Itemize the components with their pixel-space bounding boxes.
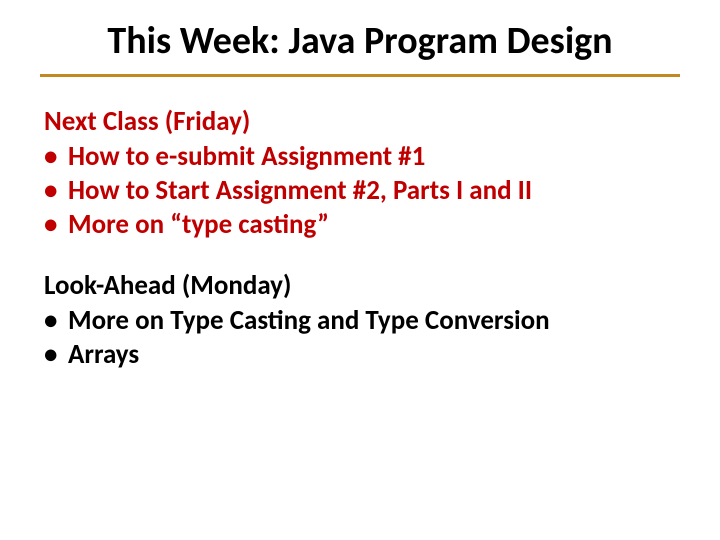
list-item: •More on Type Casting and Type Conversio… [44,304,680,338]
list-item: •How to e-submit Assignment #1 [44,140,680,174]
bullet-icon: • [44,304,68,338]
bullet-text: How to e-submit Assignment #1 [68,140,425,173]
section-heading: Next Class (Friday) [44,105,680,138]
section-next-class: Next Class (Friday) •How to e-submit Ass… [40,105,680,241]
list-item: •How to Start Assignment #2, Parts I and… [44,174,680,208]
bullet-list: •More on Type Casting and Type Conversio… [44,304,680,372]
bullet-text: How to Start Assignment #2, Parts I and … [68,174,532,207]
slide-title: This Week: Java Program Design [40,18,680,77]
bullet-text: More on Type Casting and Type Conversion [68,304,550,337]
list-item: •More on “type casting” [44,208,680,242]
bullet-icon: • [44,174,68,208]
bullet-icon: • [44,338,68,372]
bullet-list: •How to e-submit Assignment #1 •How to S… [44,140,680,241]
bullet-icon: • [44,208,68,242]
list-item: •Arrays [44,338,680,372]
bullet-icon: • [44,140,68,174]
section-heading: Look-Ahead (Monday) [44,269,680,302]
bullet-text: More on “type casting” [68,208,329,241]
bullet-text: Arrays [68,338,139,371]
section-look-ahead: Look-Ahead (Monday) •More on Type Castin… [40,269,680,372]
